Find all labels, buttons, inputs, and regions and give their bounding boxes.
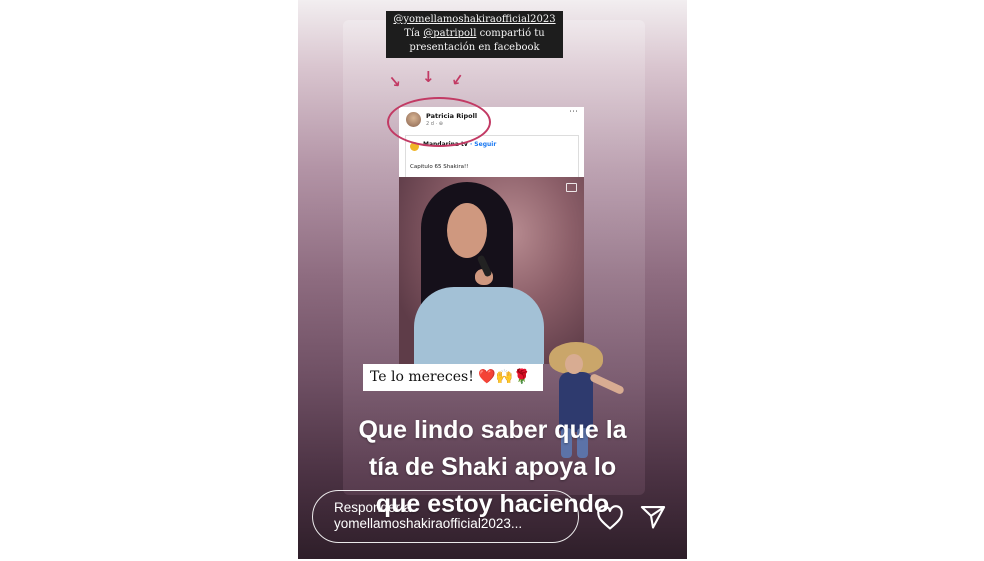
dancer-face bbox=[565, 354, 583, 374]
sticker-text: Te lo mereces! bbox=[370, 369, 479, 385]
reply-input[interactable]: Responder a yomellamoshakiraofficial2023… bbox=[312, 490, 579, 543]
follow-link: · Seguir bbox=[469, 141, 497, 148]
send-icon[interactable] bbox=[638, 503, 668, 531]
sticker-emojis: ❤️🙌🌹 bbox=[478, 369, 531, 385]
performer-face bbox=[447, 203, 487, 258]
dancer-arm bbox=[588, 372, 626, 396]
story-viewer: @yomellamoshakiraofficial2023 Tía @patri… bbox=[298, 0, 687, 559]
cast-icon bbox=[566, 183, 577, 192]
caption-account-mention[interactable]: @yomellamoshakiraofficial2023 bbox=[393, 14, 555, 25]
more-options-icon: ⋯ bbox=[569, 107, 578, 117]
performer-blouse bbox=[414, 287, 544, 364]
caption-user-mention[interactable]: @patripoll bbox=[423, 28, 476, 39]
reply-placeholder-username: yomellamoshakiraofficial2023... bbox=[334, 516, 523, 531]
shared-post-text: Capitulo 65 Shakira!! bbox=[410, 164, 469, 170]
text-sticker: Te lo mereces! ❤️🙌🌹 bbox=[363, 364, 543, 391]
performer-photo bbox=[399, 177, 584, 364]
heart-icon[interactable] bbox=[595, 504, 625, 532]
caption-text-line3: presentación en facebook bbox=[409, 42, 540, 53]
overlay-line-1: Que lindo saber que la bbox=[358, 416, 627, 444]
caption-text-prefix: Tía bbox=[404, 28, 424, 39]
arrow-down-icon: ↓ bbox=[422, 68, 435, 86]
overlay-line-2: tía de Shaki apoya lo bbox=[368, 453, 617, 481]
highlight-circle bbox=[387, 97, 491, 147]
story-caption: @yomellamoshakiraofficial2023 Tía @patri… bbox=[386, 11, 563, 58]
caption-text-suffix: compartió tu bbox=[476, 28, 545, 39]
reply-placeholder-label: Responder a bbox=[334, 500, 412, 515]
